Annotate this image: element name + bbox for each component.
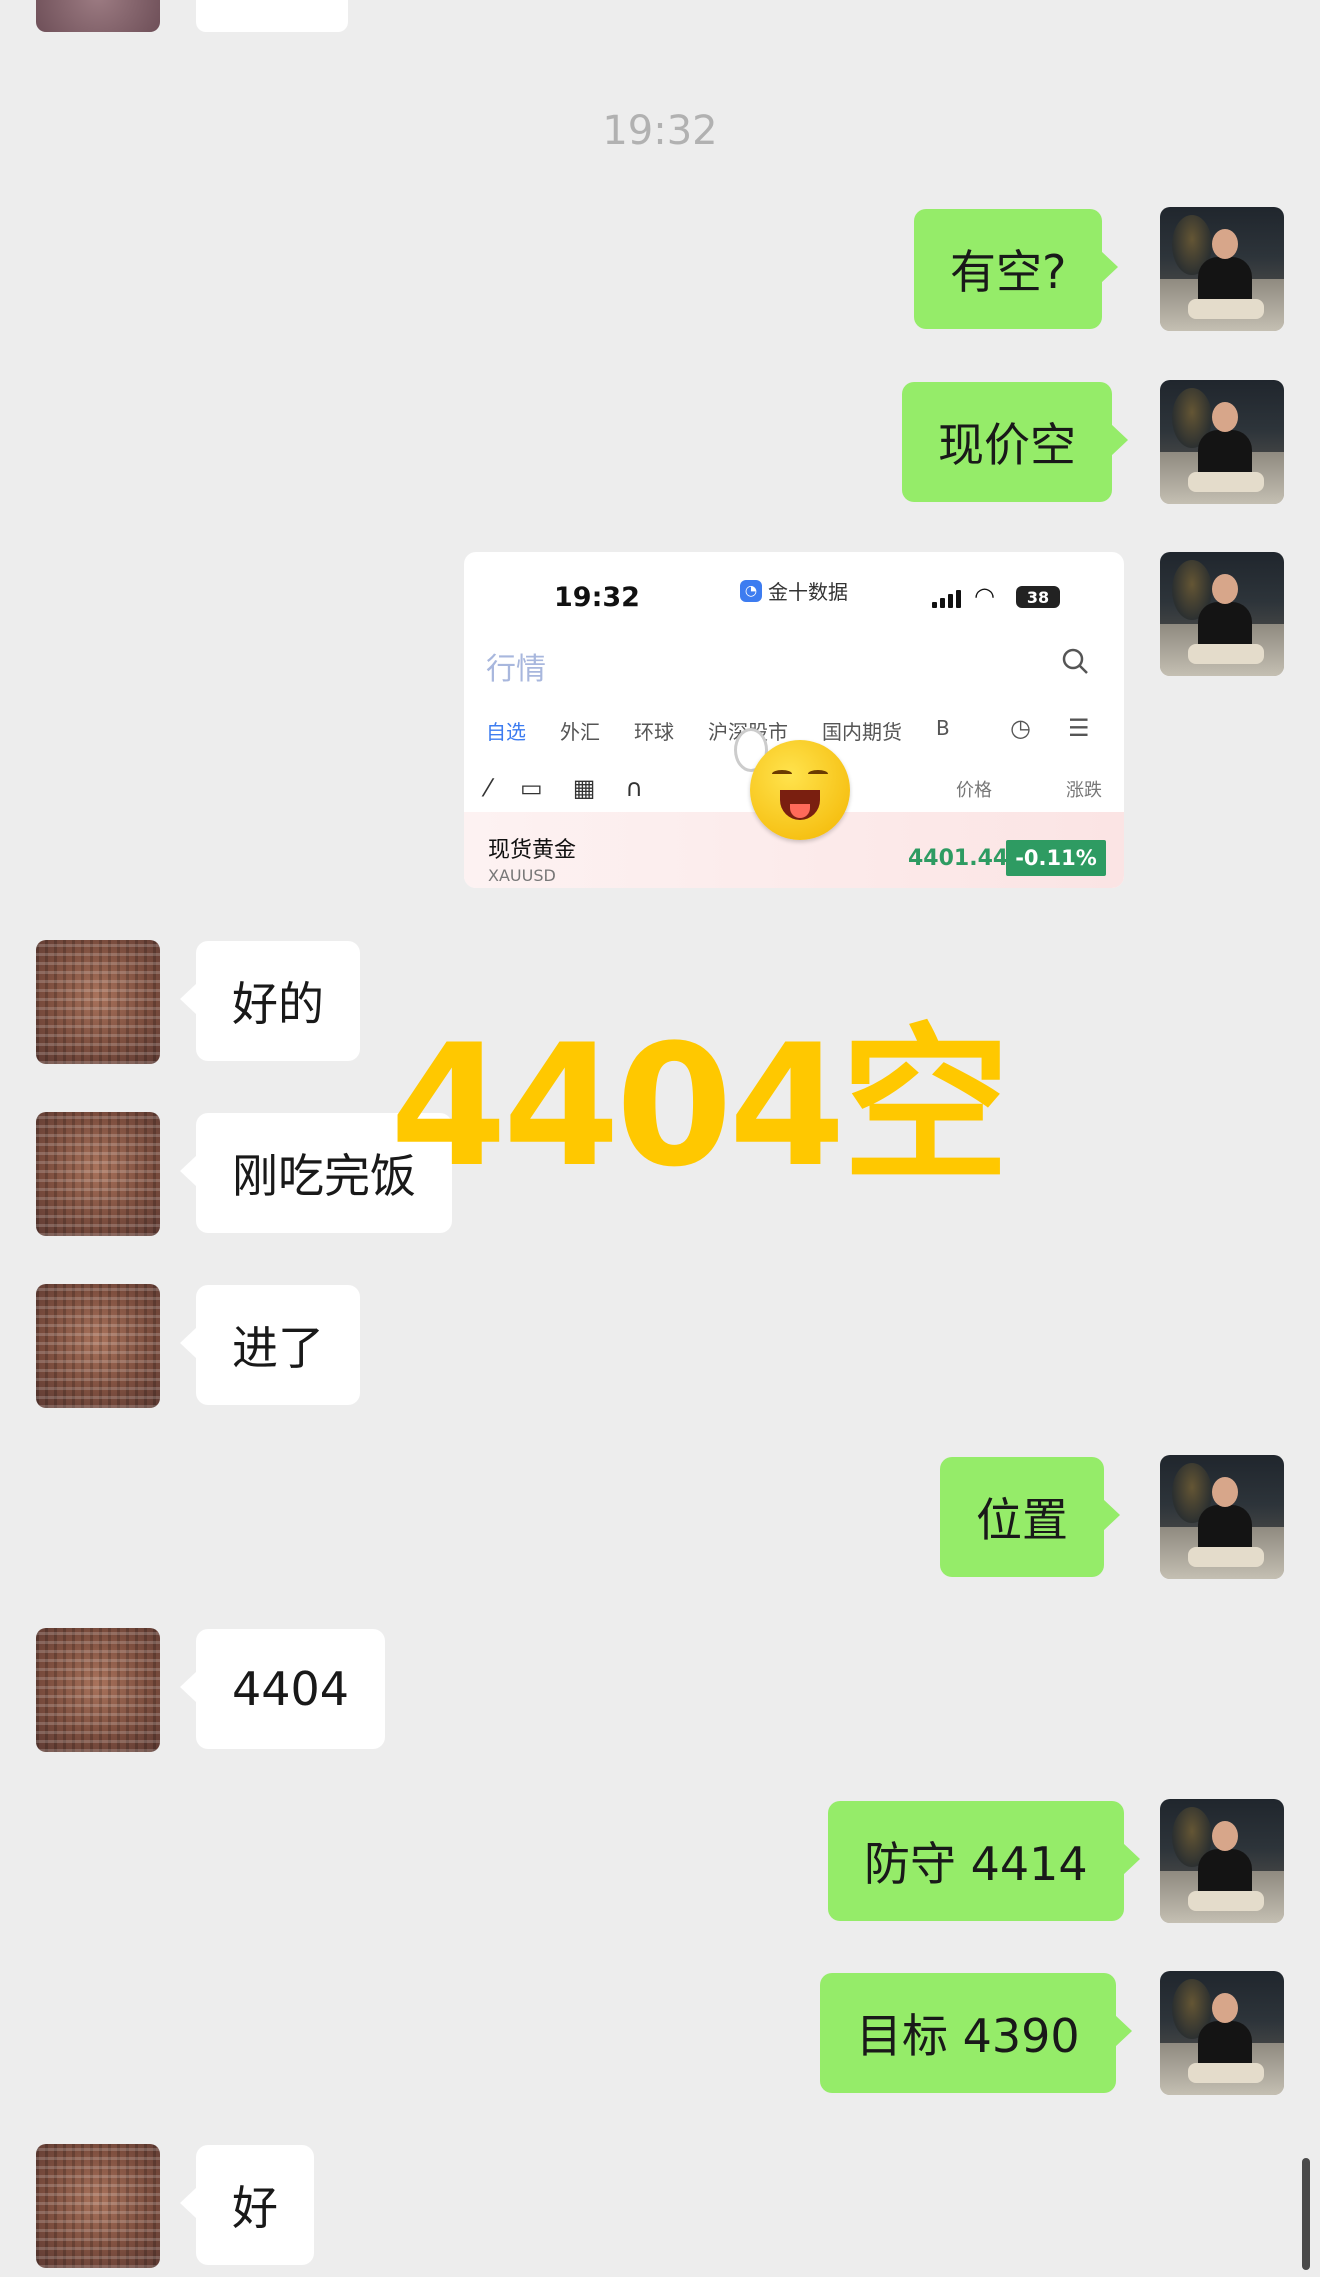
my-avatar[interactable]: [1160, 1971, 1284, 2095]
grid-icon: ▦: [572, 774, 596, 802]
headphones-icon: ∩: [625, 774, 643, 802]
screenshot-tab: B: [936, 716, 950, 740]
avatar-photo-detail: [1212, 229, 1238, 259]
avatar-photo-detail: [1188, 2063, 1264, 2083]
screenshot-status-time: 19:32: [554, 582, 640, 613]
quote-name: 现货黄金: [488, 838, 577, 863]
contact-avatar[interactable]: [36, 2144, 160, 2268]
contact-avatar[interactable]: [36, 0, 160, 32]
avatar-photo-detail: [1188, 1891, 1264, 1911]
my-avatar[interactable]: [1160, 380, 1284, 504]
avatar-photo-detail: [1188, 299, 1264, 319]
message-bubble-sent[interactable]: 位置: [940, 1457, 1120, 1577]
screenshot-app-name: 金十数据: [768, 580, 848, 604]
scrollbar[interactable]: [1302, 2158, 1310, 2270]
message-bubble-received[interactable]: 好的: [180, 941, 360, 1061]
my-avatar[interactable]: [1160, 1455, 1284, 1579]
avatar-photo-detail: [1188, 1547, 1264, 1567]
message-bubble-received[interactable]: 4404: [179, 1629, 386, 1749]
quote-price: 4401.44: [908, 846, 1009, 871]
avatar-photo-detail: [1188, 472, 1264, 492]
message-bubble-sent[interactable]: 目标 4390: [820, 1973, 1132, 2093]
my-avatar[interactable]: [1160, 552, 1284, 676]
contact-avatar[interactable]: [36, 1628, 160, 1752]
avatar-photo-detail: [1212, 1477, 1238, 1507]
message-bubble-partial[interactable]: [196, 0, 348, 32]
message-bubble-received[interactable]: 好: [180, 2145, 314, 2265]
overlay-annotation: 4404空: [390, 1008, 1010, 1204]
wifi-icon: ◠: [974, 582, 995, 610]
my-avatar[interactable]: [1160, 1799, 1284, 1923]
image-message[interactable]: 19:32 ◔ 金十数据 ◠ 38 行情 自选 外汇 环球 沪深股市 国内期货 …: [464, 552, 1124, 888]
menu-icon: ☰: [1068, 714, 1090, 742]
signal-icon: [932, 590, 961, 608]
screenshot-app-badge: ◔ 金十数据: [740, 576, 848, 605]
message-bubble-sent[interactable]: 有空?: [914, 209, 1119, 329]
emoji-eye: [772, 770, 792, 778]
chat-timestamp: 19:32: [602, 108, 718, 154]
screenshot-tab: 国内期货: [822, 720, 902, 744]
avatar-photo-detail: [1212, 574, 1238, 604]
screenshot-toolbar: ⁄ ▭ ▦ ∩: [486, 774, 643, 802]
app-logo-icon: ◔: [740, 579, 762, 602]
avatar-photo-detail: [1212, 1821, 1238, 1851]
laughing-emoji-icon: [750, 740, 850, 840]
screenshot-tab: 环球: [634, 720, 674, 744]
column-header-price: 价格: [956, 780, 992, 801]
clock-icon: ◷: [1010, 714, 1031, 742]
quote-change-badge: -0.11%: [1006, 840, 1106, 876]
screenshot-tab: 外汇: [560, 720, 600, 744]
trend-icon: ⁄: [486, 774, 491, 802]
column-header-change: 涨跌: [1066, 780, 1102, 801]
message-bubble-received[interactable]: 进了: [180, 1285, 360, 1405]
battery-icon: 38: [1016, 586, 1060, 608]
screenshot-page-title: 行情: [486, 652, 546, 687]
contact-avatar[interactable]: [36, 1284, 160, 1408]
emoji-eye: [808, 770, 828, 778]
avatar-photo-detail: [1188, 644, 1264, 664]
message-bubble-sent[interactable]: 防守 4414: [828, 1801, 1140, 1921]
list-icon: ▭: [520, 774, 543, 802]
avatar-photo-detail: [1212, 1993, 1238, 2023]
my-avatar[interactable]: [1160, 207, 1284, 331]
contact-avatar[interactable]: [36, 1112, 160, 1236]
quote-code: XAUUSD: [488, 866, 556, 885]
avatar-photo-detail: [1212, 402, 1238, 432]
screenshot-tab: 自选: [486, 720, 526, 744]
search-icon: [1062, 648, 1088, 674]
contact-avatar[interactable]: [36, 940, 160, 1064]
message-bubble-sent[interactable]: 现价空: [902, 382, 1128, 502]
